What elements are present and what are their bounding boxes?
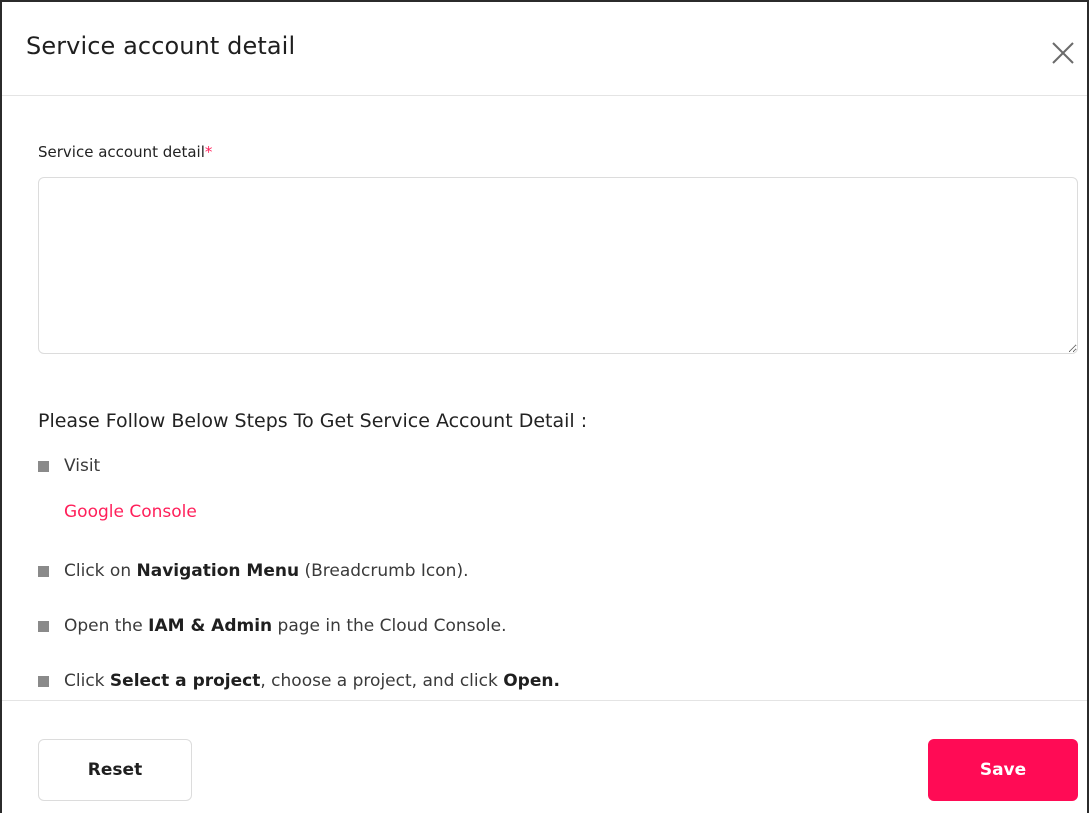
step-text: Click Select a project, choose a project… xyxy=(64,671,560,691)
step-text-bold: Select a project xyxy=(109,671,261,691)
step-iam-admin: Open the IAM & Admin page in the Cloud C… xyxy=(38,616,506,636)
step-text-part: page in the Cloud Console. xyxy=(272,616,507,636)
step-visit-text: Visit xyxy=(64,456,101,476)
step-text: Click on Navigation Menu (Breadcrumb Ico… xyxy=(64,561,468,581)
step-navigation-menu: Click on Navigation Menu (Breadcrumb Ico… xyxy=(38,561,468,581)
modal-header: Service account detail xyxy=(2,2,1087,96)
reset-button[interactable]: Reset xyxy=(38,739,192,801)
service-account-detail-label: Service account detail* xyxy=(38,143,212,161)
bullet-icon xyxy=(38,620,49,632)
step-text-bold: Open. xyxy=(503,671,560,691)
bullet-icon xyxy=(38,675,49,687)
step-text-bold: Navigation Menu xyxy=(136,561,300,581)
google-console-link[interactable]: Google Console xyxy=(64,502,197,522)
step-text-part: Open the xyxy=(64,616,149,636)
steps-heading: Please Follow Below Steps To Get Service… xyxy=(38,410,588,432)
close-button[interactable] xyxy=(1048,38,1078,68)
modal-footer: Reset Save xyxy=(2,700,1087,815)
step-text-part: , choose a project, and click xyxy=(260,671,504,691)
modal-title: Service account detail xyxy=(26,32,296,60)
step-text-part: Click on xyxy=(64,561,137,581)
step-text: Open the IAM & Admin page in the Cloud C… xyxy=(64,616,506,636)
step-text-part: (Breadcrumb Icon). xyxy=(299,561,469,581)
required-mark: * xyxy=(204,143,213,161)
service-account-modal: Service account detail Service account d… xyxy=(0,0,1089,813)
bullet-icon xyxy=(38,565,49,577)
step-text-part: Click xyxy=(64,671,110,691)
step-text-bold: IAM & Admin xyxy=(148,616,273,636)
bullet-icon xyxy=(38,460,49,472)
modal-body: Service account detail* Please Follow Be… xyxy=(2,97,1087,700)
service-account-detail-textarea[interactable] xyxy=(38,177,1078,354)
step-select-project: Click Select a project, choose a project… xyxy=(38,671,560,691)
step-visit: Visit xyxy=(38,456,100,476)
save-button[interactable]: Save xyxy=(928,739,1078,801)
field-label-text: Service account detail xyxy=(38,143,205,161)
close-icon xyxy=(1052,42,1074,64)
